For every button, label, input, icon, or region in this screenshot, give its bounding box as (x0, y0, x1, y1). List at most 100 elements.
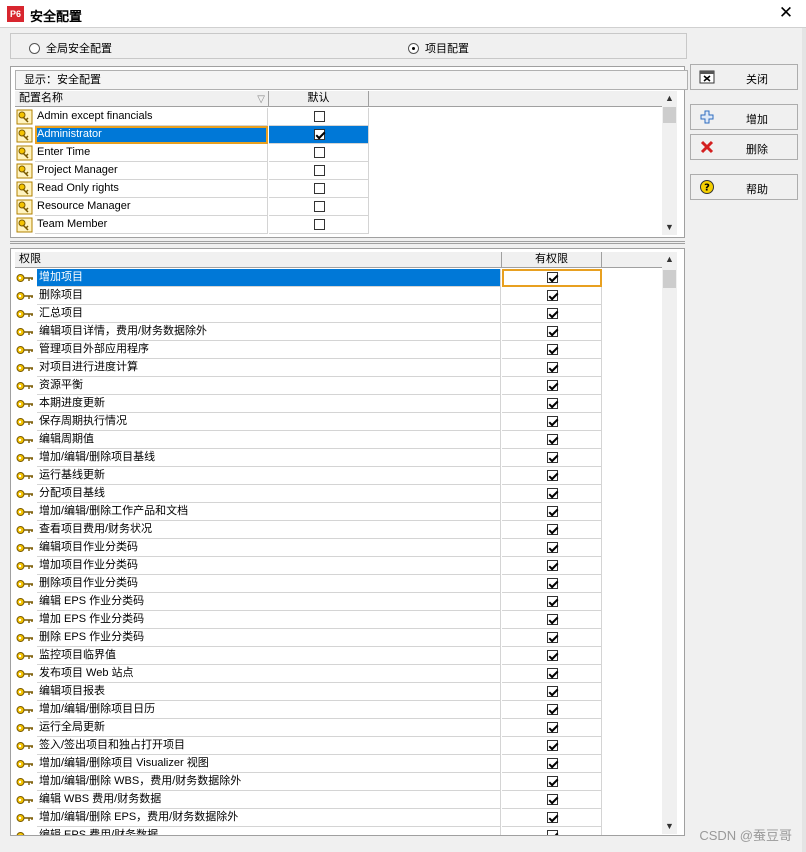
granted-checkbox[interactable] (546, 703, 558, 715)
granted-checkbox[interactable] (546, 469, 558, 481)
granted-checkbox[interactable] (546, 271, 558, 283)
privilege-row[interactable]: 增加 EPS 作业分类码 (15, 611, 615, 629)
profile-name[interactable]: Admin except financials (35, 108, 268, 126)
delete-button[interactable]: 删除 (690, 134, 798, 160)
privilege-name[interactable]: 对项目进行进度计算 (37, 359, 501, 377)
close-button[interactable]: 关闭 (690, 64, 798, 90)
granted-checkbox[interactable] (546, 559, 558, 571)
privilege-row[interactable]: 运行基线更新 (15, 467, 615, 485)
privilege-name[interactable]: 编辑项目详情，费用/财务数据除外 (37, 323, 501, 341)
privilege-row[interactable]: 监控项目临界值 (15, 647, 615, 665)
granted-checkbox[interactable] (546, 343, 558, 355)
privilege-name[interactable]: 分配项目基线 (37, 485, 501, 503)
privilege-name[interactable]: 增加/编辑/删除 WBS，费用/财务数据除外 (37, 773, 501, 791)
privilege-row[interactable]: 删除项目作业分类码 (15, 575, 615, 593)
profile-row[interactable]: Administrator (15, 126, 369, 144)
privilege-row[interactable]: 增加项目作业分类码 (15, 557, 615, 575)
privilege-row[interactable]: 增加/编辑/删除项目日历 (15, 701, 615, 719)
granted-checkbox[interactable] (546, 361, 558, 373)
granted-checkbox[interactable] (546, 541, 558, 553)
privilege-name[interactable]: 增加/编辑/删除工作产品和文档 (37, 503, 501, 521)
privilege-name[interactable]: 删除 EPS 作业分类码 (37, 629, 501, 647)
privilege-name[interactable]: 编辑 EPS 作业分类码 (37, 593, 501, 611)
default-checkbox[interactable] (313, 182, 325, 194)
privilege-row[interactable]: 增加/编辑/删除工作产品和文档 (15, 503, 615, 521)
profile-name[interactable]: Administrator (35, 126, 268, 144)
privilege-row[interactable]: 删除项目 (15, 287, 615, 305)
granted-checkbox[interactable] (546, 631, 558, 643)
granted-checkbox[interactable] (546, 829, 558, 835)
privilege-row[interactable]: 发布项目 Web 站点 (15, 665, 615, 683)
privilege-row[interactable]: 增加/编辑/删除 EPS，费用/财务数据除外 (15, 809, 615, 827)
privilege-row[interactable]: 分配项目基线 (15, 485, 615, 503)
default-checkbox[interactable] (313, 218, 325, 230)
privilege-name[interactable]: 管理项目外部应用程序 (37, 341, 501, 359)
privilege-row[interactable]: 资源平衡 (15, 377, 615, 395)
privilege-name[interactable]: 编辑项目报表 (37, 683, 501, 701)
display-bar[interactable]: 显示：安全配置 (15, 70, 688, 90)
default-checkbox[interactable] (313, 200, 325, 212)
privilege-name[interactable]: 签入/签出项目和独占打开项目 (37, 737, 501, 755)
granted-checkbox[interactable] (546, 505, 558, 517)
profile-name-column-header[interactable]: 配置名称 ▽ (15, 91, 269, 107)
privilege-name[interactable]: 编辑周期值 (37, 431, 501, 449)
profile-name[interactable]: Read Only rights (35, 180, 268, 198)
privilege-name[interactable]: 汇总项目 (37, 305, 501, 323)
granted-checkbox[interactable] (546, 289, 558, 301)
privilege-row[interactable]: 编辑项目报表 (15, 683, 615, 701)
privilege-row[interactable]: 编辑项目作业分类码 (15, 539, 615, 557)
scroll-up-icon[interactable]: ▲ (662, 91, 677, 106)
profile-name[interactable]: Resource Manager (35, 198, 268, 216)
granted-checkbox[interactable] (546, 685, 558, 697)
profile-row[interactable]: Admin except financials (15, 108, 369, 126)
granted-checkbox[interactable] (546, 811, 558, 823)
privilege-row[interactable]: 增加/编辑/删除项目 Visualizer 视图 (15, 755, 615, 773)
profile-row[interactable]: Enter Time (15, 144, 369, 162)
privilege-name[interactable]: 编辑 WBS 费用/财务数据 (37, 791, 501, 809)
default-checkbox[interactable] (313, 146, 325, 158)
global-security-radio[interactable]: 全局安全配置 (29, 40, 112, 56)
profile-name[interactable]: Team Member (35, 216, 268, 234)
profile-scrollbar[interactable]: ▲ ▼ (662, 91, 677, 235)
default-checkbox[interactable] (313, 164, 325, 176)
privilege-name[interactable]: 资源平衡 (37, 377, 501, 395)
privilege-name[interactable]: 增加项目 (37, 269, 501, 287)
granted-checkbox[interactable] (546, 649, 558, 661)
privilege-scrollbar[interactable]: ▲ ▼ (662, 252, 677, 834)
privilege-row[interactable]: 增加项目 (15, 269, 615, 287)
privilege-name[interactable]: 发布项目 Web 站点 (37, 665, 501, 683)
granted-checkbox[interactable] (546, 577, 558, 589)
privilege-row[interactable]: 本期进度更新 (15, 395, 615, 413)
privilege-row[interactable]: 增加/编辑/删除项目基线 (15, 449, 615, 467)
privilege-name[interactable]: 删除项目作业分类码 (37, 575, 501, 593)
granted-checkbox[interactable] (546, 739, 558, 751)
privilege-row[interactable]: 保存周期执行情况 (15, 413, 615, 431)
granted-checkbox[interactable] (546, 721, 558, 733)
profile-name[interactable]: Project Manager (35, 162, 268, 180)
privilege-name[interactable]: 查看项目费用/财务状况 (37, 521, 501, 539)
privilege-row[interactable]: 删除 EPS 作业分类码 (15, 629, 615, 647)
granted-checkbox[interactable] (546, 397, 558, 409)
privilege-name[interactable]: 编辑项目作业分类码 (37, 539, 501, 557)
panel-splitter[interactable] (10, 241, 685, 244)
privilege-name[interactable]: 保存周期执行情况 (37, 413, 501, 431)
privilege-row[interactable]: 管理项目外部应用程序 (15, 341, 615, 359)
privilege-name[interactable]: 运行基线更新 (37, 467, 501, 485)
radio-indicator[interactable] (408, 42, 419, 54)
scroll-thumb[interactable] (663, 270, 676, 288)
privilege-name[interactable]: 编辑 EPS 费用/财务数据 (37, 827, 501, 835)
scroll-down-icon[interactable]: ▼ (662, 220, 677, 235)
privilege-row[interactable]: 编辑项目详情，费用/财务数据除外 (15, 323, 615, 341)
radio-indicator[interactable] (29, 42, 40, 54)
scroll-thumb[interactable] (663, 107, 676, 123)
granted-checkbox[interactable] (546, 415, 558, 427)
privilege-column-header[interactable]: 权限 (15, 252, 502, 268)
privilege-row[interactable]: 查看项目费用/财务状况 (15, 521, 615, 539)
profile-row[interactable]: Project Manager (15, 162, 369, 180)
privilege-name[interactable]: 运行全局更新 (37, 719, 501, 737)
scroll-down-icon[interactable]: ▼ (662, 819, 677, 834)
help-button[interactable]: ? 帮助 (690, 174, 798, 200)
default-checkbox[interactable] (313, 110, 325, 122)
privilege-row[interactable]: 汇总项目 (15, 305, 615, 323)
privilege-row[interactable]: 运行全局更新 (15, 719, 615, 737)
